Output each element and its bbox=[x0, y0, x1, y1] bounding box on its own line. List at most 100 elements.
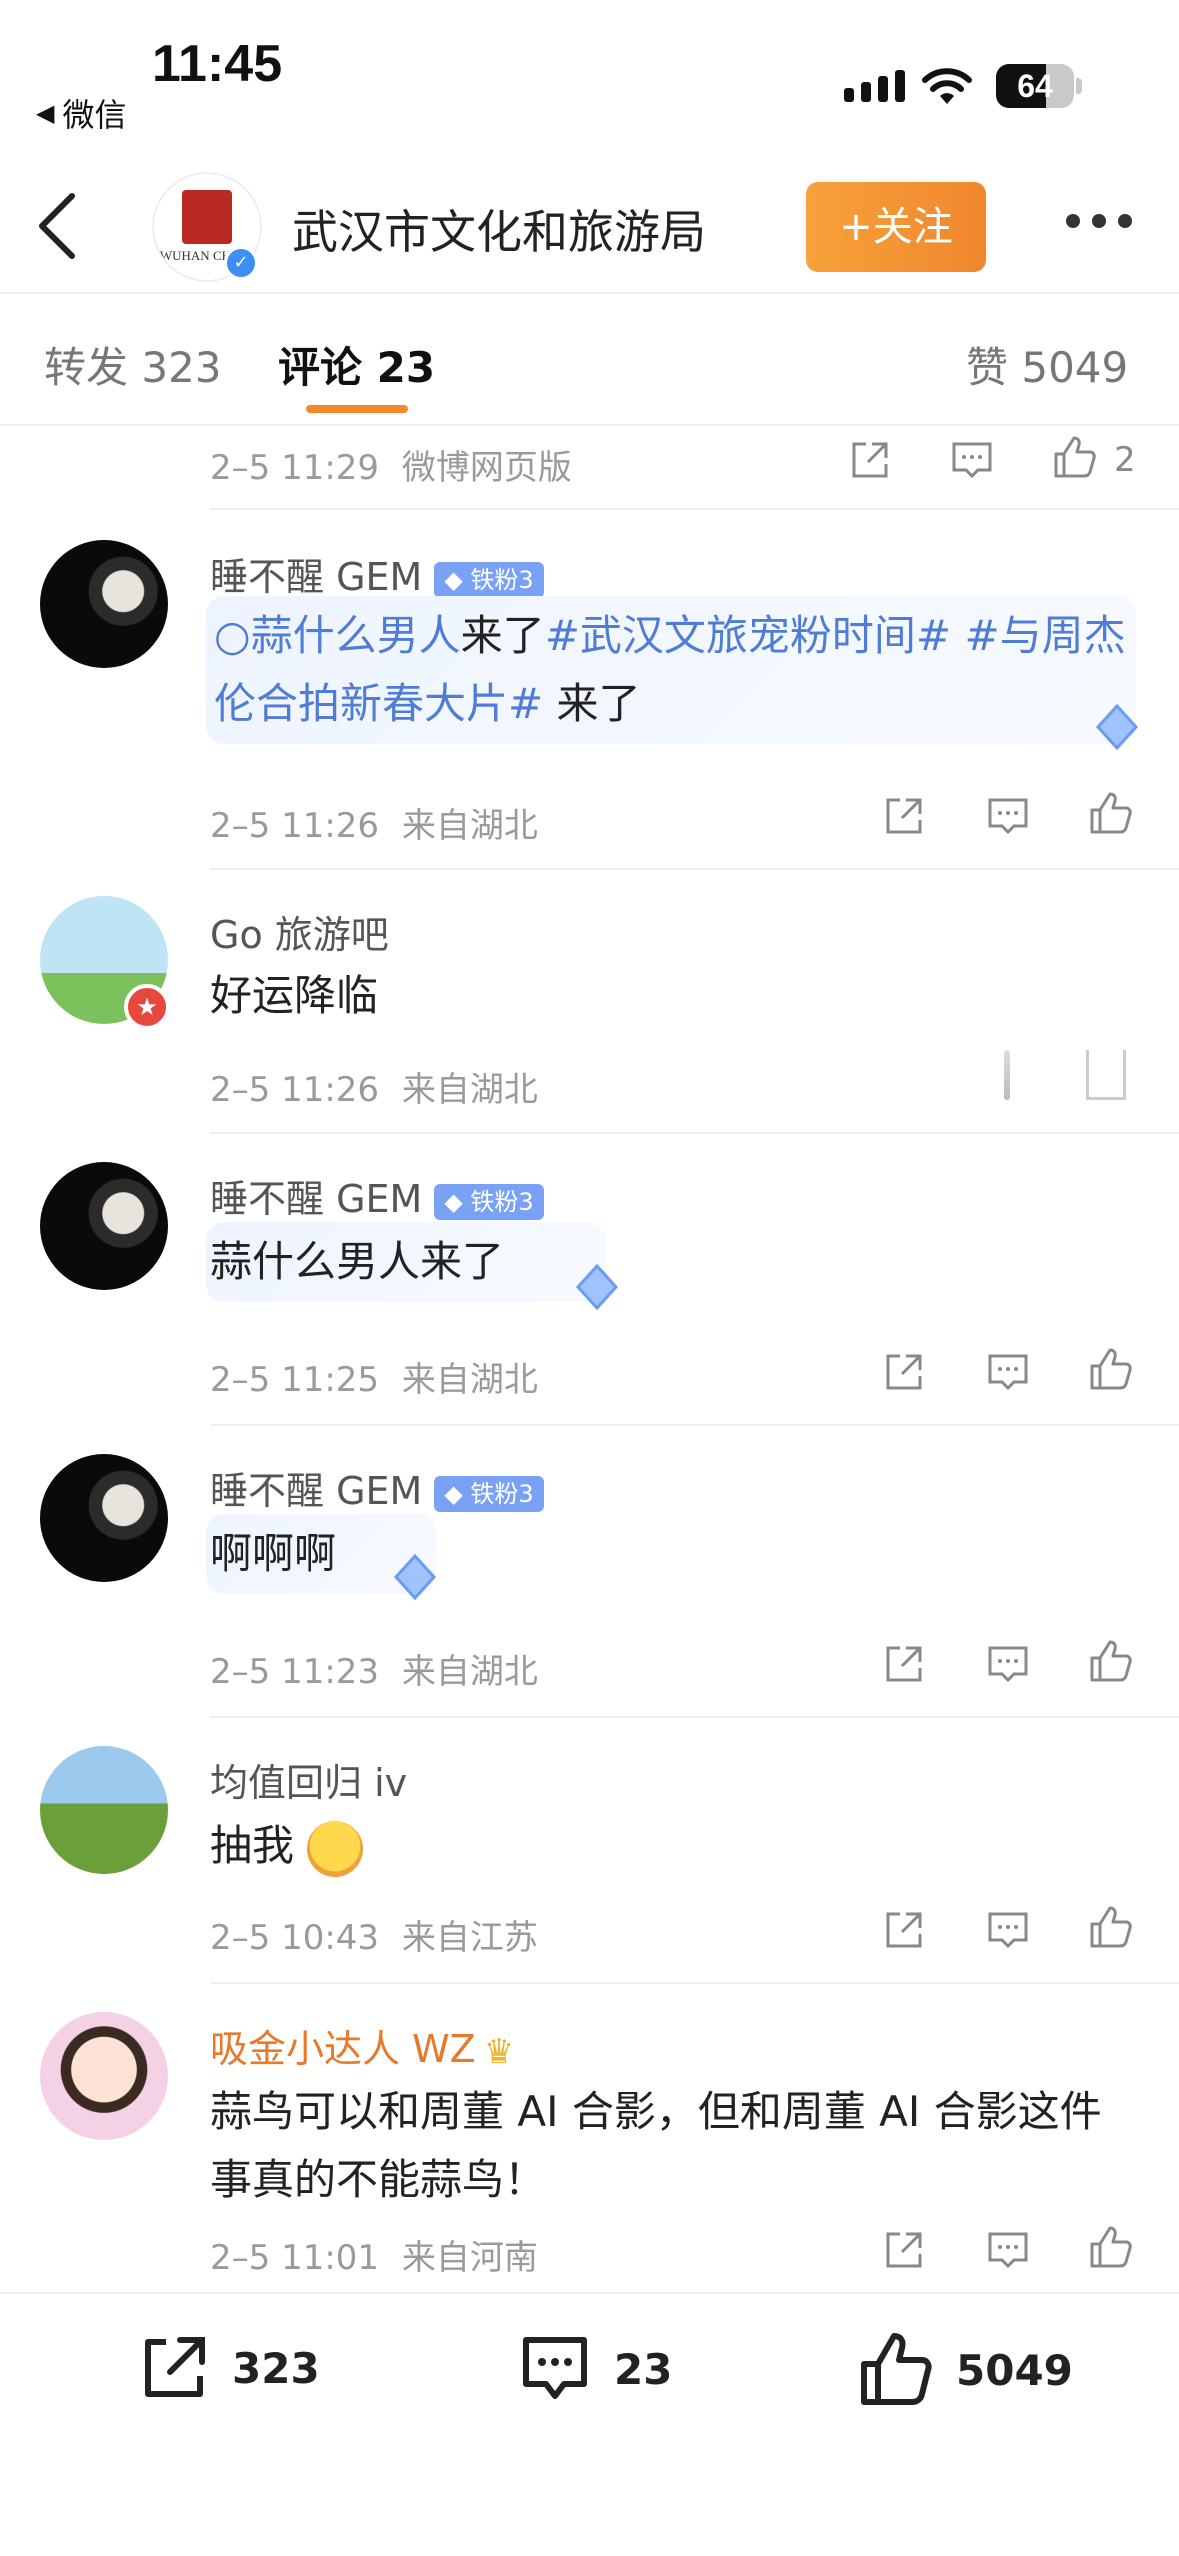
diamond-icon bbox=[1095, 703, 1139, 751]
comment-meta: 2–5 11:01 来自河南 bbox=[210, 2230, 538, 2279]
tab-comment[interactable]: 评论 23 bbox=[278, 334, 435, 395]
comment-icon[interactable] bbox=[948, 436, 996, 484]
avatar[interactable] bbox=[40, 1746, 168, 1874]
comment-icon[interactable] bbox=[984, 792, 1032, 840]
divider bbox=[0, 424, 1179, 426]
comment-username[interactable]: 吸金小达人 WZ ♛ bbox=[210, 2018, 514, 2073]
wifi-icon bbox=[922, 68, 972, 104]
comment-username[interactable]: 睡不醒 GEM ◆ 铁粉3 bbox=[210, 546, 544, 601]
follow-button[interactable]: +关注 bbox=[806, 182, 986, 272]
comment-time: 2–5 10:43 bbox=[210, 1918, 380, 1958]
repost-icon bbox=[145, 2337, 205, 2397]
comment-text: 蒜鸟可以和周董 AI 合影，但和周董 AI 合影这件 事真的不能蒜鸟！ bbox=[210, 2078, 1170, 2214]
avatar[interactable] bbox=[40, 540, 168, 668]
comment-location: 来自湖北 bbox=[401, 1070, 538, 1110]
comment-meta: 2–5 11:29 微博网页版 bbox=[210, 440, 572, 489]
search-icon: ○ bbox=[214, 611, 251, 660]
comment-time: 2–5 11:26 bbox=[210, 806, 380, 846]
like-icon[interactable] bbox=[1086, 2224, 1134, 2272]
comment-count: 23 bbox=[614, 2344, 673, 2394]
back-arrow-icon[interactable] bbox=[30, 188, 90, 264]
divider bbox=[210, 1982, 1179, 1984]
comment-time: 2–5 11:25 bbox=[210, 1360, 380, 1400]
fan-badge: ◆ 铁粉3 bbox=[434, 561, 544, 598]
comment-text: 啊啊啊 bbox=[210, 1529, 337, 1578]
like-button[interactable]: 5049 bbox=[856, 2330, 1073, 2410]
comment-time: 2–5 11:23 bbox=[210, 1652, 380, 1692]
comment-text-part bbox=[951, 611, 964, 660]
more-options-icon[interactable] bbox=[1066, 214, 1132, 228]
back-to-app-button[interactable]: ◀ 微信 bbox=[36, 90, 126, 136]
comment-location: 来自湖北 bbox=[401, 1652, 538, 1692]
comment-icon[interactable] bbox=[984, 1906, 1032, 1954]
divider bbox=[210, 508, 1179, 510]
repost-button[interactable]: 323 bbox=[136, 2330, 320, 2406]
share-icon[interactable] bbox=[880, 1906, 928, 1954]
comment-location: 来自湖北 bbox=[401, 806, 538, 846]
battery-tip bbox=[1076, 78, 1082, 94]
tab-active-indicator bbox=[306, 405, 408, 413]
username-text: 睡不醒 GEM bbox=[210, 555, 423, 599]
like-icon[interactable] bbox=[1086, 1050, 1126, 1100]
comment-username[interactable]: 睡不醒 GEM ◆ 铁粉3 bbox=[210, 1460, 544, 1515]
share-icon[interactable] bbox=[880, 792, 928, 840]
star-badge-icon: ★ bbox=[124, 984, 170, 1030]
username-text: 睡不醒 GEM bbox=[210, 1469, 423, 1513]
like-count: 2 bbox=[1114, 440, 1136, 480]
share-icon[interactable] bbox=[846, 436, 894, 484]
comment-time: 2–5 11:29 bbox=[210, 448, 380, 488]
tab-like[interactable]: 赞 5049 bbox=[966, 334, 1128, 395]
share-icon[interactable] bbox=[880, 1640, 928, 1688]
battery-icon: 64 bbox=[996, 64, 1074, 108]
comment-username[interactable]: 睡不醒 GEM ◆ 铁粉3 bbox=[210, 1168, 544, 1223]
topic-link[interactable]: #武汉文旅宠粉时间# bbox=[545, 611, 951, 660]
avatar[interactable] bbox=[40, 1454, 168, 1582]
crown-icon: ♛ bbox=[483, 2031, 515, 2072]
avatar[interactable] bbox=[40, 1162, 168, 1290]
logo-mark bbox=[182, 190, 232, 244]
comment-text: ○蒜什么男人来了#武汉文旅宠粉时间# #与周杰伦合拍新春大片# 来了 bbox=[214, 602, 1134, 738]
comment-text-part: 来了 bbox=[543, 679, 641, 728]
divider bbox=[0, 2292, 1179, 2294]
username-text: 睡不醒 GEM bbox=[210, 1177, 423, 1221]
share-icon[interactable] bbox=[880, 1348, 928, 1396]
fan-badge-text: 铁粉3 bbox=[470, 1187, 534, 1216]
diamond-icon bbox=[575, 1263, 619, 1311]
comment-location: 来自湖北 bbox=[401, 1360, 538, 1400]
avatar[interactable] bbox=[40, 2012, 168, 2140]
like-icon[interactable] bbox=[1086, 790, 1134, 838]
comment-icon[interactable] bbox=[984, 1640, 1032, 1688]
fan-badge-text: 铁粉3 bbox=[470, 565, 534, 594]
comment-text-content: 抽我 bbox=[210, 1821, 295, 1870]
comment-meta: 2–5 11:26 来自湖北 bbox=[210, 798, 538, 847]
status-time: 11:45 bbox=[152, 35, 283, 93]
comment-username[interactable]: 均值回归 iv bbox=[210, 1752, 407, 1807]
account-title[interactable]: 武汉市文化和旅游局 bbox=[292, 196, 706, 262]
comment-icon[interactable] bbox=[984, 1348, 1032, 1396]
comment-text: 蒜什么男人来了 bbox=[210, 1237, 505, 1286]
username-text: 吸金小达人 WZ bbox=[210, 2027, 476, 2071]
divider bbox=[0, 292, 1179, 294]
comment-time: 2–5 11:01 bbox=[210, 2238, 380, 2278]
comment-location: 来自江苏 bbox=[401, 1918, 538, 1958]
comment-line: 蒜鸟可以和周董 AI 合影，但和周董 AI 合影这件 bbox=[210, 2087, 1102, 2136]
comment-time: 2–5 11:26 bbox=[210, 1070, 380, 1110]
divider bbox=[210, 868, 1179, 870]
like-icon[interactable] bbox=[1086, 1904, 1134, 1952]
repost-count: 323 bbox=[232, 2343, 320, 2393]
like-icon[interactable] bbox=[1050, 434, 1098, 482]
keyword-link[interactable]: 蒜什么男人 bbox=[251, 611, 461, 660]
comment-icon[interactable] bbox=[984, 2226, 1032, 2274]
like-icon[interactable] bbox=[1086, 1346, 1134, 1394]
comment-line: 事真的不能蒜鸟！ bbox=[210, 2155, 547, 2204]
comment-source: 微博网页版 bbox=[401, 448, 572, 488]
comment-meta: 2–5 11:23 来自湖北 bbox=[210, 1644, 538, 1693]
tab-repost[interactable]: 转发 323 bbox=[44, 334, 222, 395]
like-icon bbox=[861, 2333, 932, 2405]
share-icon[interactable] bbox=[880, 2226, 928, 2274]
loading-icon bbox=[1004, 1050, 1010, 1100]
comment-button[interactable]: 23 bbox=[516, 2330, 672, 2408]
comment-username[interactable]: Go 旅游吧 bbox=[210, 904, 389, 959]
like-icon[interactable] bbox=[1086, 1638, 1134, 1686]
fan-badge: ◆ 铁粉3 bbox=[434, 1183, 544, 1220]
